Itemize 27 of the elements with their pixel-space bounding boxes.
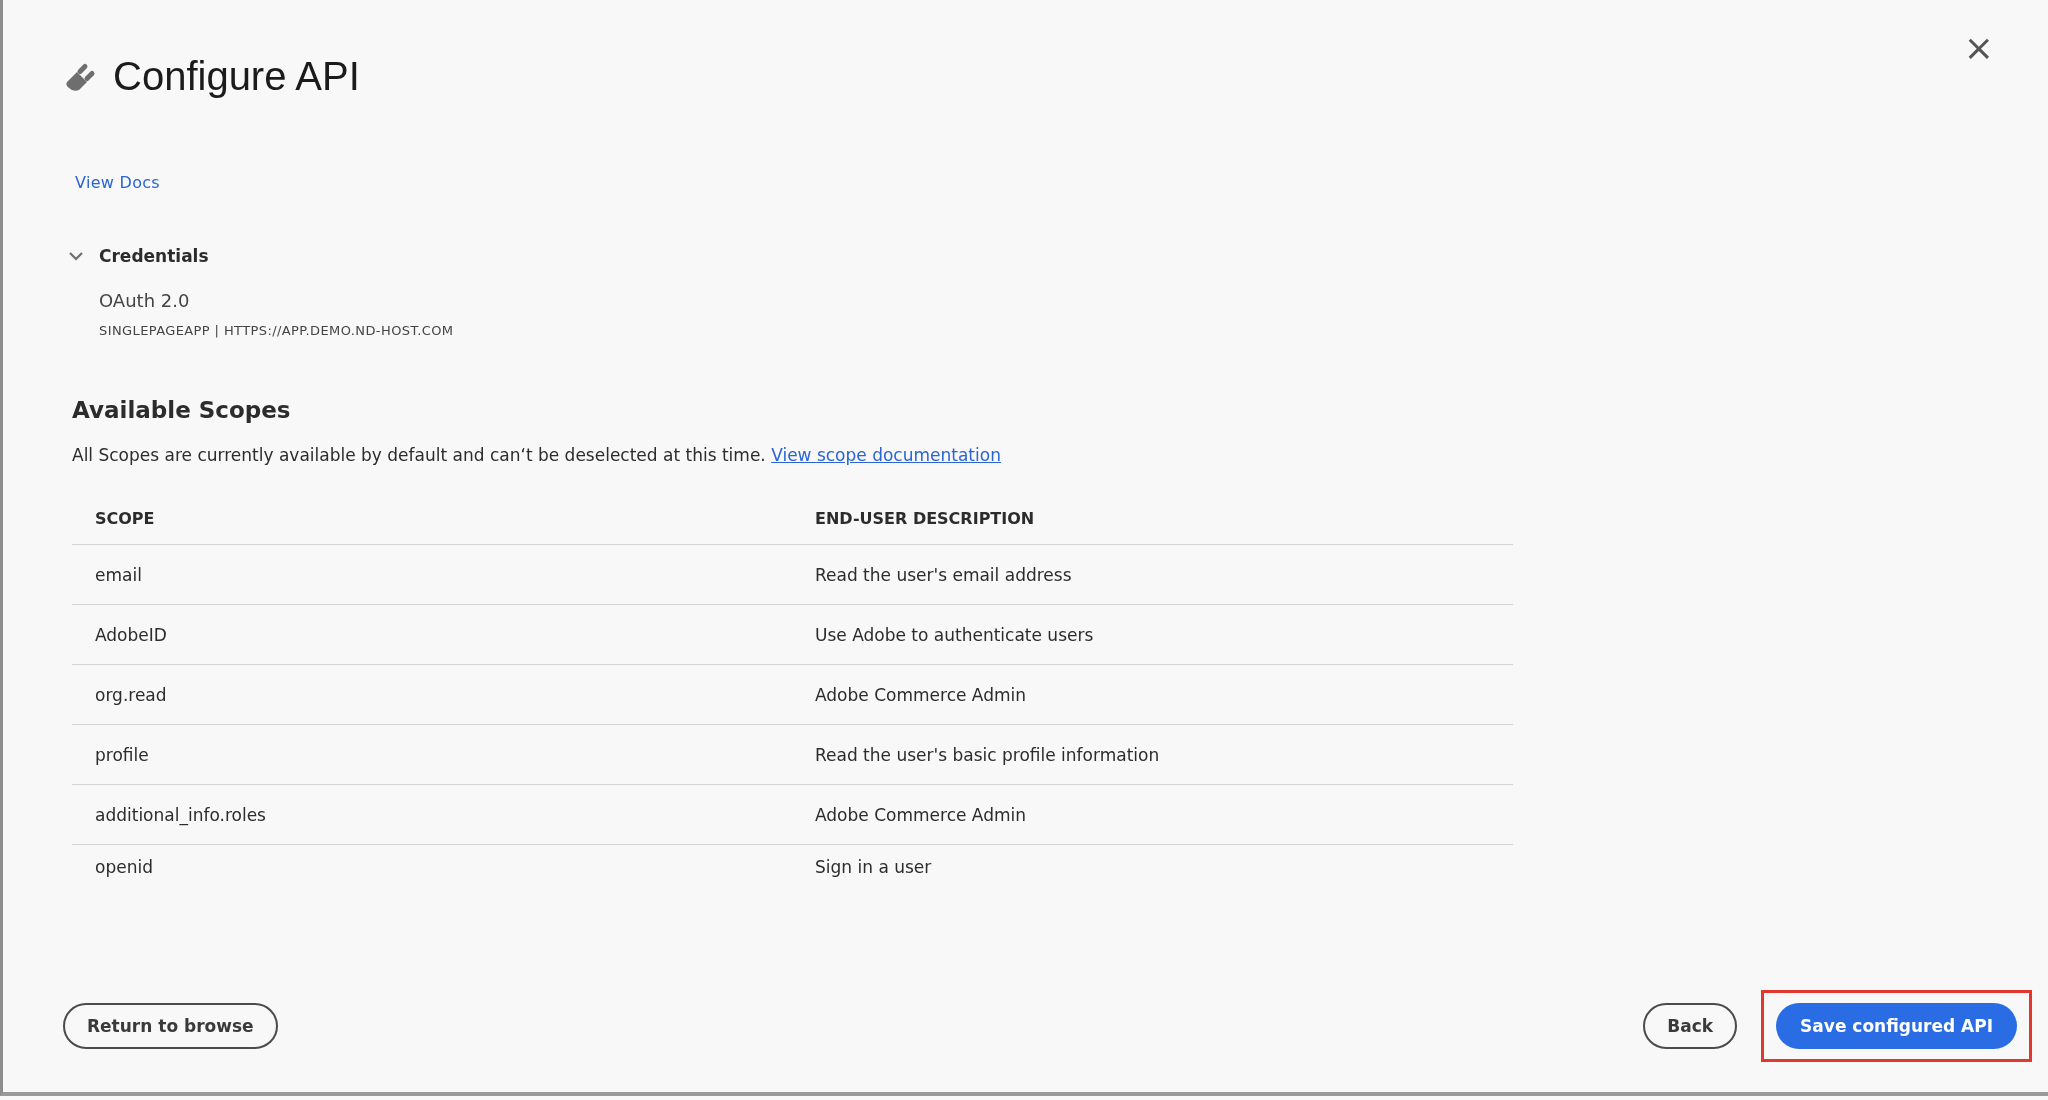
section-heading: Credentials bbox=[99, 246, 209, 266]
table-cell: AdobeID bbox=[72, 604, 792, 665]
close-button[interactable]: × bbox=[1957, 30, 2000, 66]
table-cell: org.read bbox=[72, 664, 792, 725]
credential-type: OAuth 2.0 bbox=[99, 290, 191, 311]
credential-detail: SINGLEPAGEAPP | HTTPS://APP.DEMO.ND-HOST.COM bbox=[99, 322, 455, 340]
table-cell: Sign in a user bbox=[792, 844, 1513, 893]
dialog-title: Configure API bbox=[113, 54, 360, 99]
scopes-description: All Scopes are currently available by default and can‘t be deselected at this time. View scope documentation bbox=[72, 445, 1002, 465]
section-heading: Available Scopes bbox=[72, 397, 292, 423]
table-cell: Adobe Commerce Admin bbox=[792, 664, 1513, 725]
chevron-down-icon[interactable] bbox=[69, 251, 83, 261]
table-cell: Read the user's basic profile information bbox=[792, 724, 1513, 785]
save-configured-api-button[interactable]: Save configured API bbox=[1776, 1003, 2017, 1049]
view-docs-link[interactable]: View Docs bbox=[75, 173, 160, 192]
table-cell: Adobe Commerce Admin bbox=[792, 784, 1513, 845]
table-cell: Read the user's email address bbox=[792, 544, 1513, 605]
table-cell: email bbox=[72, 544, 792, 605]
back-button[interactable]: Back bbox=[1643, 1003, 1738, 1049]
return-to-browse-button[interactable]: Return to browse bbox=[63, 1003, 278, 1049]
table-cell: additional_info.roles bbox=[72, 784, 792, 845]
column-header: END-USER DESCRIPTION bbox=[792, 495, 1513, 545]
table-cell: Use Adobe to authenticate users bbox=[792, 604, 1513, 665]
table-cell: profile bbox=[72, 724, 792, 785]
table-cell: openid bbox=[72, 844, 792, 893]
column-header: SCOPE bbox=[72, 495, 792, 545]
scope-documentation-link[interactable]: View scope documentation bbox=[771, 445, 1001, 465]
